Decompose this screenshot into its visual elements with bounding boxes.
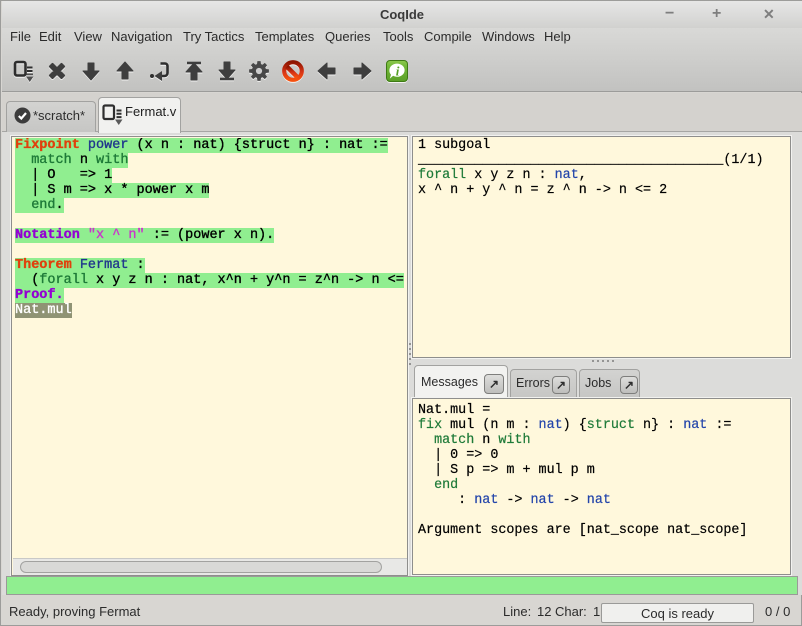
svg-text:i: i [396,64,400,79]
